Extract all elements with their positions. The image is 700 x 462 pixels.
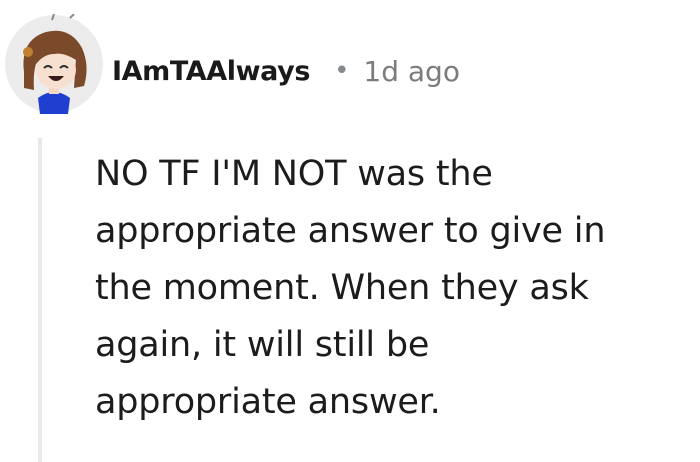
comment-body-line: appropriate answer to give in bbox=[95, 211, 606, 251]
comment-header: IAmTAAlways • 1d ago bbox=[112, 46, 460, 96]
thread-collapse-line[interactable] bbox=[38, 138, 42, 462]
separator-dot: • bbox=[334, 56, 350, 86]
comment-body-line: the moment. When they ask bbox=[95, 268, 589, 308]
comment: IAmTAAlways • 1d ago NO TF I'M NOT was t… bbox=[0, 0, 700, 462]
comment-body-line: again, it will still be bbox=[95, 325, 430, 365]
comment-body-line: appropriate answer. bbox=[95, 382, 441, 422]
avatar[interactable] bbox=[4, 13, 104, 114]
comment-body: NO TF I'M NOT was the appropriate answer… bbox=[95, 146, 685, 431]
timestamp[interactable]: 1d ago bbox=[363, 55, 460, 88]
comment-body-line: NO TF I'M NOT was the bbox=[95, 154, 493, 194]
username-link[interactable]: IAmTAAlways bbox=[112, 56, 310, 87]
cartoon-girl-avatar-icon bbox=[5, 13, 103, 114]
